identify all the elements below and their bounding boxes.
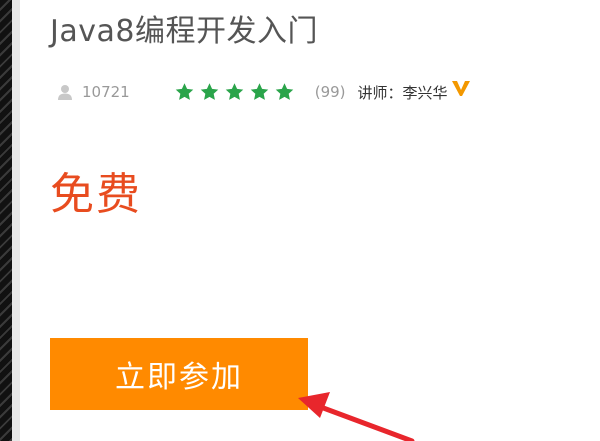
- review-count[interactable]: (99): [315, 83, 346, 101]
- star-icon: [175, 83, 193, 100]
- verified-v-icon: [451, 81, 470, 96]
- rating-stars: [174, 82, 299, 102]
- left-edge-divider: [12, 0, 20, 441]
- teacher-label: 讲师：: [357, 83, 403, 102]
- course-title: Java8编程开发入门: [50, 14, 318, 49]
- teacher-name-link[interactable]: 李兴华: [403, 82, 448, 103]
- student-count: 10721: [82, 83, 130, 101]
- star-icon: [200, 83, 218, 100]
- course-meta-row: 10721 (99) 讲师： 李兴华: [56, 80, 471, 104]
- course-card: Java8编程开发入门 10721 (99) 讲师： 李兴华 免费 立即参加: [0, 0, 600, 441]
- price-label: 免费: [50, 169, 142, 220]
- star-icon: [250, 83, 268, 100]
- join-now-button[interactable]: 立即参加: [50, 338, 308, 410]
- star-icon: [275, 83, 293, 100]
- user-icon: [58, 85, 72, 100]
- left-edge-pattern: [0, 0, 12, 441]
- star-icon: [225, 83, 243, 100]
